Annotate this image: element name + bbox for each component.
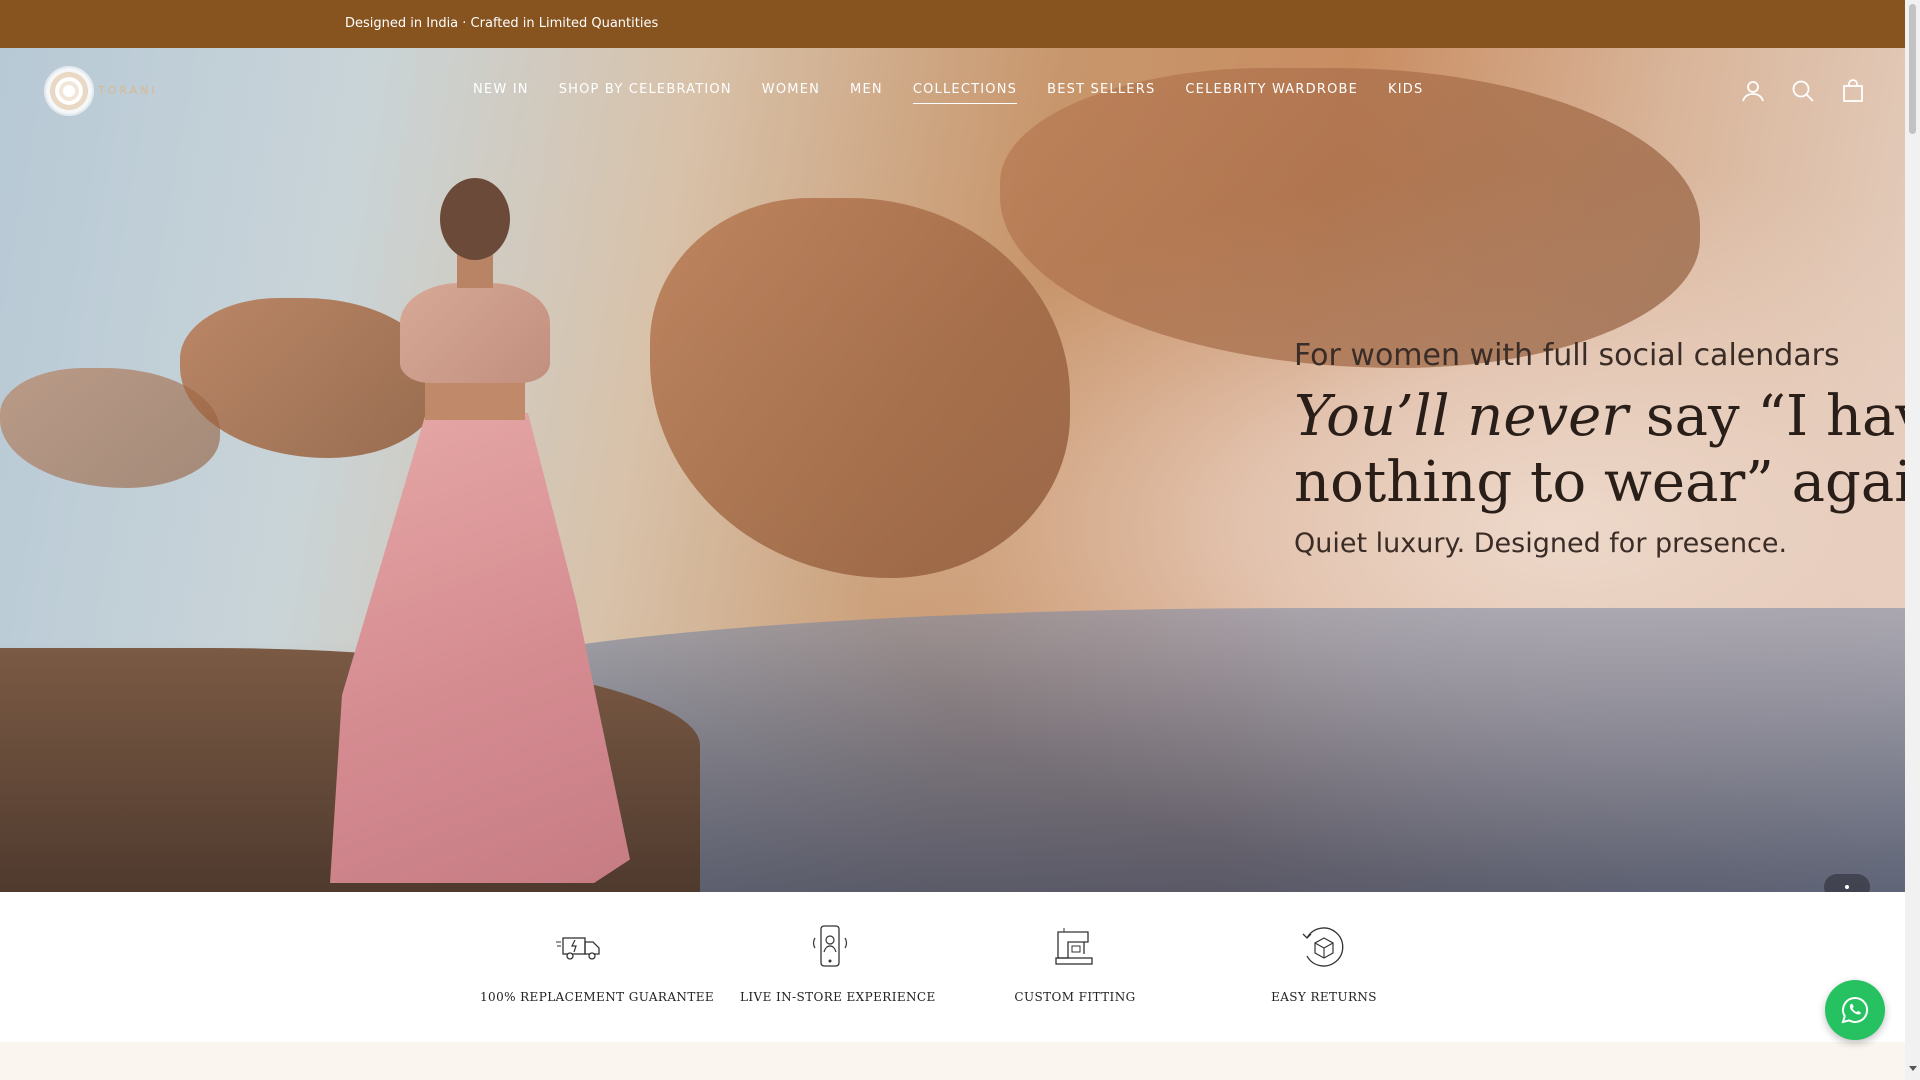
whatsapp-chat-button[interactable] [1825,980,1885,1040]
feature-label: LIVE IN-STORE EXPERIENCE [740,990,936,1004]
nav-item-best-sellers[interactable]: BEST SELLERS [1047,82,1155,104]
logo[interactable]: TORANI [46,68,166,118]
page-scrollbar[interactable] [1905,0,1920,1080]
nav-item-women[interactable]: WOMEN [762,82,820,104]
nav-item-shop-by-celebration[interactable]: SHOP BY CELEBRATION [559,82,732,104]
cart-icon[interactable] [1840,78,1866,104]
feature-replacement-guarantee: 100% REPLACEMENT GUARANTEE [480,924,715,1004]
hero-subtitle: For women with full social calendars [1294,338,1840,373]
logo-text: TORANI [98,84,158,97]
return-box-icon [1299,924,1349,970]
rock-shape [650,198,1070,578]
header-icons [1740,78,1866,104]
nav-item-men[interactable]: MEN [850,82,883,104]
announcement-text: Designed in India · Crafted in Limited Q… [345,16,659,31]
feature-label: 100% REPLACEMENT GUARANTEE [480,990,715,1004]
features-strip: 100% REPLACEMENT GUARANTEE LIVE IN-STORE… [0,892,1905,1042]
hero-tagline: Quiet luxury. Designed for presence. [1294,528,1788,559]
feature-custom-fitting: CUSTOM FITTING [1010,924,1140,1004]
announcement-bar: Designed in India · Crafted in Limited Q… [0,0,1905,48]
slide-dot[interactable] [1845,885,1849,889]
feature-label: CUSTOM FITTING [1014,990,1136,1004]
hero-title-italic: You’ll never [1294,384,1629,449]
whatsapp-icon [1841,996,1869,1024]
scroll-down-arrow-icon[interactable] [1909,1066,1917,1071]
nav-item-celebrity-wardrobe[interactable]: CELEBRITY WARDROBE [1185,82,1358,104]
main-nav: NEW IN SHOP BY CELEBRATION WOMEN MEN COL… [473,82,1423,104]
feature-label: EASY RETURNS [1271,990,1377,1004]
account-icon[interactable] [1740,78,1766,104]
scrollbar-thumb[interactable] [1909,4,1916,134]
hero-title: You’ll never say “I have nothing to wear… [1294,384,1905,516]
hero-title-line2: nothing to wear” again. [1294,450,1905,515]
next-section-strip [0,1042,1905,1080]
video-call-phone-icon [805,924,855,970]
delivery-truck-icon [555,924,605,970]
slider-pagination[interactable] [1824,874,1870,892]
nav-item-kids[interactable]: KIDS [1388,82,1423,104]
hero-banner[interactable]: For women with full social calendars You… [0,48,1905,892]
model-figure [330,148,630,888]
site-header: TORANI NEW IN SHOP BY CELEBRATION WOMEN … [0,48,1905,138]
feature-easy-returns: EASY RETURNS [1264,924,1384,1004]
logo-mandala-icon [46,68,92,114]
search-icon[interactable] [1790,78,1816,104]
feature-live-in-store: LIVE IN-STORE EXPERIENCE [740,924,936,1004]
sewing-machine-icon [1050,924,1100,970]
nav-item-new-in[interactable]: NEW IN [473,82,529,104]
rock-shape [0,368,220,488]
nav-item-collections[interactable]: COLLECTIONS [912,82,1018,104]
hero-title-line1: say “I have [1645,384,1905,449]
